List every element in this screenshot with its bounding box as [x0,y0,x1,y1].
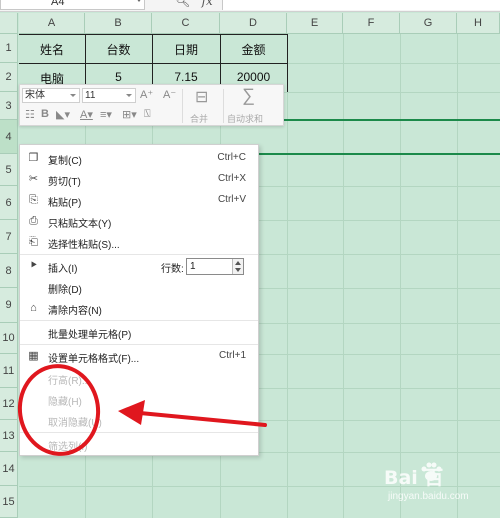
arrow-head [118,400,145,425]
annotation-arrow [118,400,267,427]
watermark-url: jingyan.baidu.com [388,491,469,502]
baidu-watermark: Bai 百 jingyan.baidu.com [384,462,496,513]
arrow-shaft [138,411,267,427]
spreadsheet-app: A4 🔍︎ fx A B C D E F G H 1 2 3 4 5 6 7 8… [0,0,500,518]
paw-logo-icon [421,462,442,481]
